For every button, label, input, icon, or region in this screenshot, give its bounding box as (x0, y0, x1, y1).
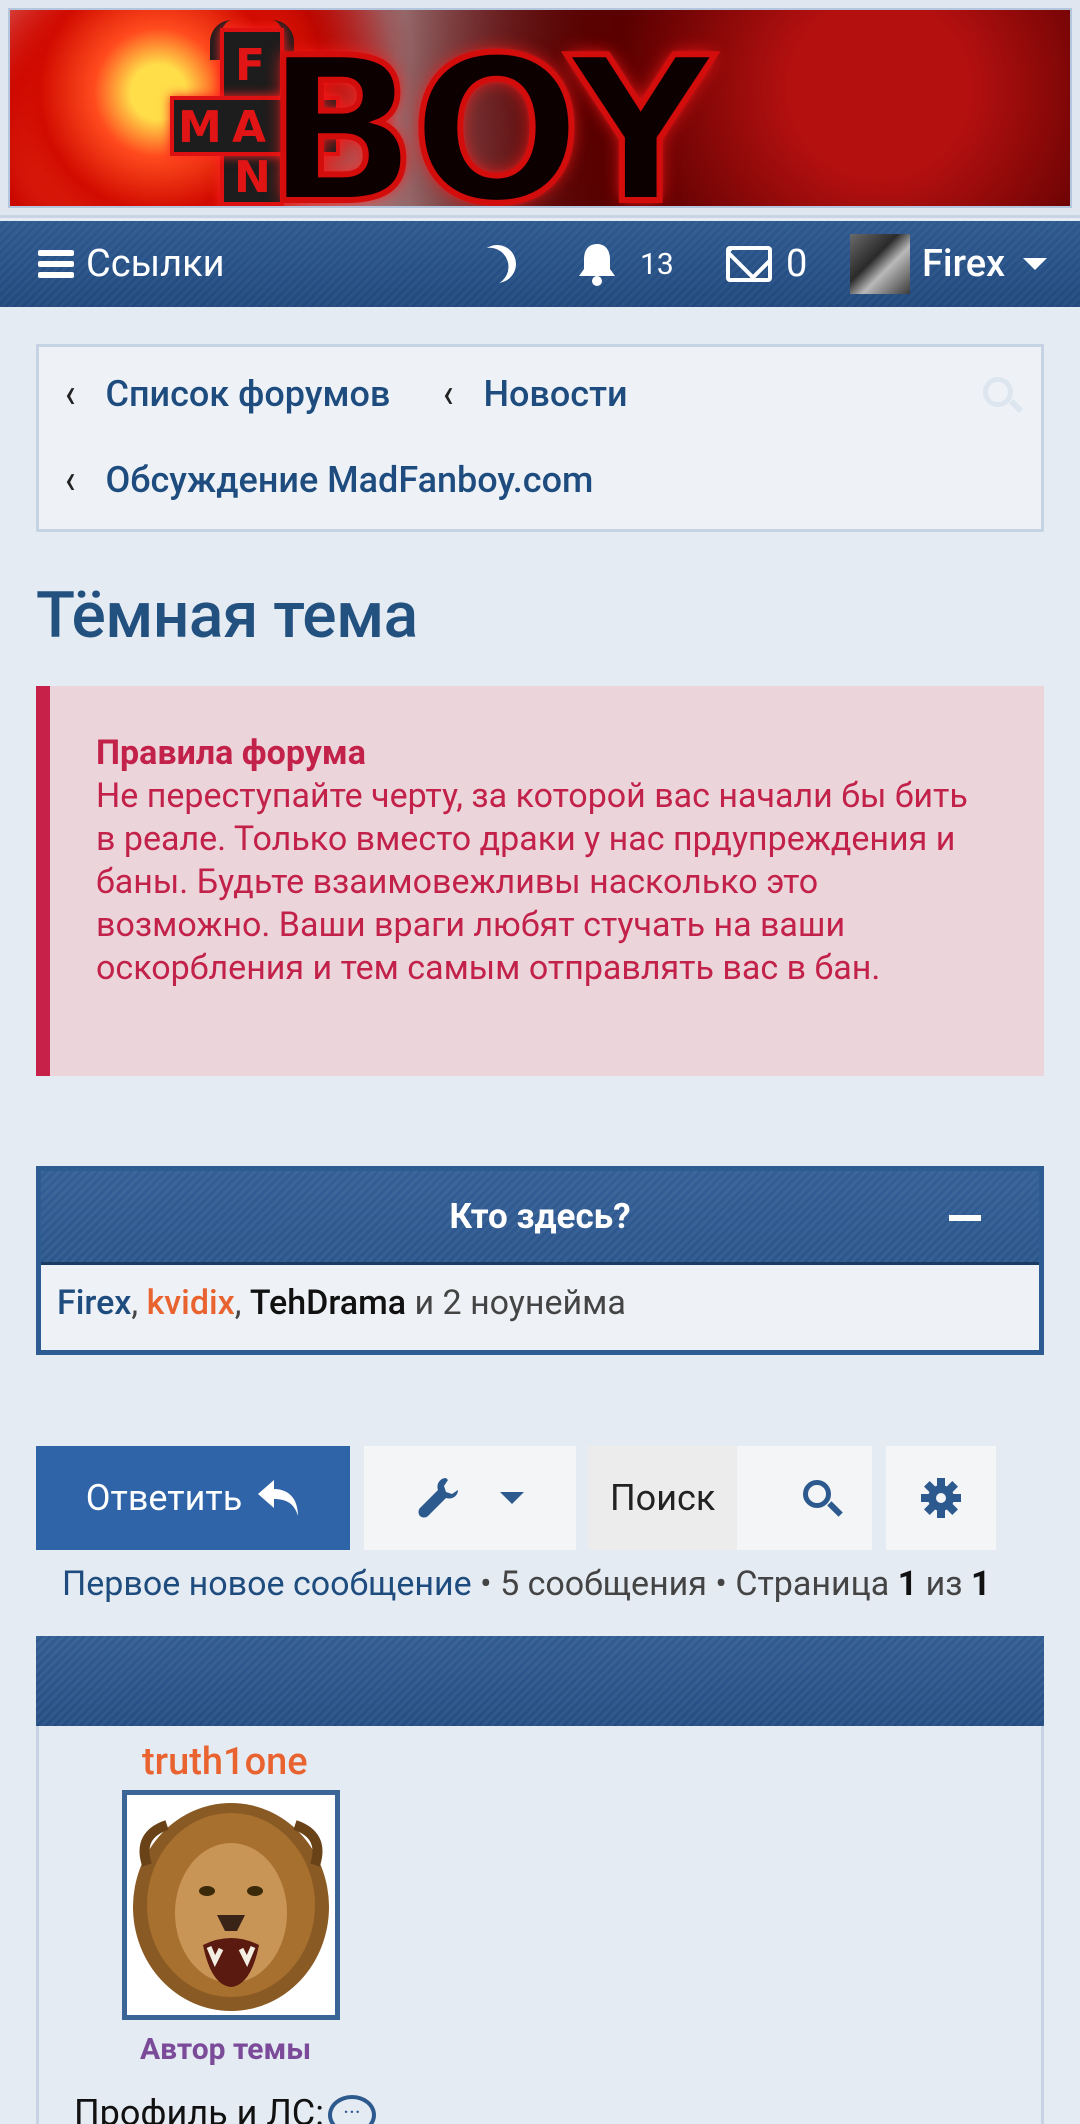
who-is-here-header[interactable]: Кто здесь? (41, 1171, 1039, 1265)
top-navbar: Ссылки 13 0 Firex (0, 221, 1080, 307)
topic-search[interactable]: Поиск (588, 1446, 872, 1550)
logo-letter-m: M (178, 102, 222, 153)
breadcrumb: ‹ Список форумов ‹ Новости ‹ Обсуждение … (36, 344, 1044, 532)
page-of: из (925, 1564, 963, 1604)
chat-bubble-icon[interactable]: ... (327, 2095, 376, 2124)
minus-icon[interactable] (949, 1215, 981, 1221)
username: Firex (922, 242, 1006, 286)
search-icon[interactable] (803, 1480, 844, 1517)
links-label: Ссылки (86, 242, 225, 286)
rules-title: Правила форума (96, 733, 366, 773)
logo-letter-a: A (232, 102, 267, 153)
bell-icon (579, 244, 615, 286)
user-menu-button[interactable]: Firex (850, 221, 1048, 307)
gear-icon (921, 1478, 961, 1518)
post-author-name[interactable]: truth1one (142, 1740, 308, 1784)
rules-text: Не переступайте черту, за которой вас на… (96, 776, 968, 988)
display-settings-button[interactable] (886, 1446, 996, 1550)
chevron-left-icon: ‹ (65, 370, 76, 418)
online-user-tehdrama[interactable]: TehDrama (250, 1283, 406, 1323)
notifications-count: 13 (640, 246, 674, 282)
who-is-here-list: Firex, kvidix, TehDrama и 2 ноунейма (41, 1265, 1039, 1341)
topic-tools-button[interactable] (364, 1446, 576, 1550)
logo-word: BOY (262, 15, 716, 208)
links-menu-button[interactable]: Ссылки (38, 221, 225, 307)
breadcrumb-item-news[interactable]: ‹ Новости (443, 370, 628, 418)
breadcrumb-item-forums[interactable]: ‹ Список форумов (65, 370, 391, 418)
page-prefix: Страница (735, 1564, 890, 1604)
online-user-firex[interactable]: Firex (57, 1283, 131, 1323)
lion-avatar-image (133, 1803, 329, 2011)
chevron-down-icon (500, 1492, 524, 1504)
bullet-separator: • (480, 1564, 492, 1604)
search-icon[interactable] (983, 377, 1024, 417)
moon-icon (473, 240, 522, 289)
chevron-down-icon (1023, 258, 1048, 270)
notifications-button[interactable]: 13 (576, 221, 674, 307)
envelope-icon (726, 246, 772, 282)
chevron-left-icon: ‹ (443, 370, 454, 418)
post-header-bar (36, 1636, 1044, 1726)
pagination-bar: Первое новое сообщение • 5 сообщения • С… (62, 1564, 991, 1604)
who-is-here-block: Кто здесь? Firex, kvidix, TehDrama и 2 н… (36, 1166, 1044, 1355)
hamburger-icon (38, 250, 74, 278)
messages-count: 0 (786, 242, 808, 286)
breadcrumb-label: Список форумов (105, 373, 391, 415)
banner-artwork: F M A D N BOY (8, 8, 1072, 208)
author-role-badge: Автор темы (140, 2032, 312, 2067)
post-author-avatar[interactable] (122, 1790, 340, 2020)
online-user-kvidix[interactable]: kvidix (147, 1283, 235, 1323)
page-current: 1 (897, 1564, 918, 1604)
page-total: 1 (971, 1564, 991, 1604)
user-separator: , (234, 1283, 242, 1323)
reply-button[interactable]: Ответить (36, 1446, 350, 1550)
breadcrumb-label: Обсуждение MadFanboy.com (105, 459, 594, 501)
bullet-separator: • (715, 1564, 727, 1604)
messages-button[interactable]: 0 (726, 221, 807, 307)
reply-arrow-icon (258, 1480, 299, 1516)
breadcrumb-item-discussion[interactable]: ‹ Обсуждение MadFanboy.com (65, 456, 594, 504)
search-input[interactable]: Поиск (588, 1446, 738, 1550)
guests-count: и 2 ноунейма (406, 1283, 626, 1323)
post-count: 5 сообщения (500, 1564, 707, 1604)
user-separator: , (131, 1283, 139, 1323)
wrench-icon (418, 1478, 458, 1518)
who-is-here-title: Кто здесь? (449, 1196, 631, 1237)
forum-rules-notice: Правила форума Не переступайте черту, за… (36, 686, 1044, 1076)
site-banner[interactable]: F M A D N BOY (0, 0, 1080, 218)
page-title: Тёмная тема (36, 578, 418, 653)
profile-label: Профиль и ЛС: (74, 2092, 324, 2124)
theme-toggle-button[interactable] (478, 221, 516, 307)
chevron-left-icon: ‹ (65, 456, 76, 504)
logo-letter-f: F (235, 40, 266, 91)
user-avatar (850, 234, 910, 294)
first-new-post-link[interactable]: Первое новое сообщение (62, 1564, 472, 1604)
profile-pm-line: Профиль и ЛС:... (74, 2092, 376, 2124)
breadcrumb-label: Новости (483, 373, 628, 415)
reply-label: Ответить (85, 1477, 243, 1519)
